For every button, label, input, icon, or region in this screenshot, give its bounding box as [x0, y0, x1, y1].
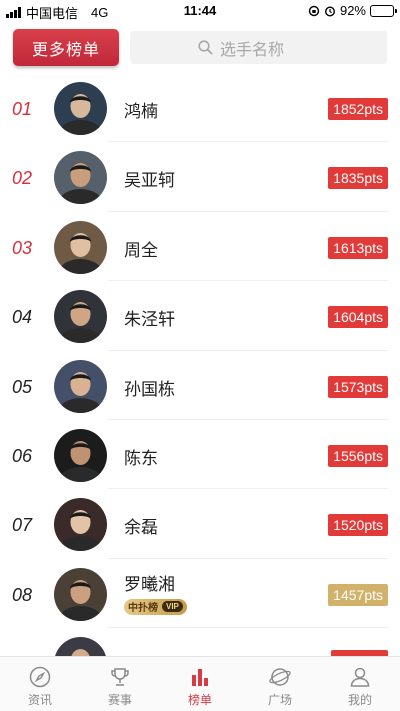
- tab-rankings[interactable]: 榜单: [160, 657, 240, 711]
- points-badge: 1613pts: [328, 236, 388, 259]
- bar-chart-icon: [192, 669, 208, 686]
- player-name: 吴亚轲: [124, 171, 175, 191]
- player-name: 朱泾轩: [124, 310, 175, 330]
- compass-icon: [29, 666, 51, 688]
- player-name: 罗曦湘: [124, 574, 175, 594]
- rank-number: 01: [12, 99, 33, 119]
- avatar[interactable]: [54, 151, 107, 205]
- avatar[interactable]: [54, 428, 107, 482]
- ranking-row[interactable]: 04 朱泾轩 1604pts: [0, 281, 400, 351]
- ranking-row[interactable]: 07 余磊 1520pts: [0, 489, 400, 559]
- points-badge: 1852pts: [328, 98, 388, 120]
- tab-plaza-label: 广场: [267, 693, 292, 707]
- rank-number: 03: [12, 237, 33, 258]
- player-name: 余磊: [124, 518, 158, 538]
- ranking-list[interactable]: 01 鸿楠 1852pts 02 吴亚轲 1835pts 03 周全 1613pts 04 朱泾轩 1…: [0, 73, 400, 656]
- trophy-icon: [111, 668, 129, 686]
- tab-me-label: 我的: [347, 693, 372, 707]
- tab-plaza[interactable]: 广场: [240, 657, 320, 711]
- tab-rankings-label: 榜单: [187, 693, 212, 707]
- points-badge: 1556pts: [328, 444, 388, 467]
- ranking-row[interactable]: 06 陈东 1556pts: [0, 420, 400, 490]
- points-badge: 1457pts: [328, 583, 388, 606]
- avatar[interactable]: [54, 637, 107, 656]
- search-placeholder: 选手名称: [220, 41, 285, 59]
- player-name: 陈东: [124, 448, 158, 468]
- rank-number: 08: [12, 584, 33, 605]
- points-badge: 1520pts: [328, 514, 388, 537]
- avatar[interactable]: [54, 220, 107, 274]
- points-badge: 1835pts: [328, 167, 388, 190]
- rank-number: 02: [12, 168, 33, 189]
- tab-news-label: 资讯: [27, 693, 52, 707]
- tab-bar: 资讯 赛事 榜单 广场 我的: [0, 656, 400, 711]
- player-name: 孙国栋: [124, 379, 175, 399]
- ranking-row[interactable]: 05 孙国栋 1573pts: [0, 351, 400, 420]
- alarm-icon: [324, 5, 335, 17]
- rank-number: 05: [12, 376, 33, 397]
- avatar[interactable]: [54, 498, 107, 552]
- vip-tag: VIP: [162, 601, 183, 613]
- search-input[interactable]: 选手名称: [130, 31, 387, 64]
- tab-events[interactable]: 赛事: [80, 657, 160, 711]
- avatar[interactable]: [54, 567, 107, 621]
- user-icon: [350, 667, 370, 687]
- rank-number: 07: [12, 515, 33, 536]
- tab-news[interactable]: 资讯: [0, 657, 80, 711]
- ranking-row[interactable]: 02 吴亚轲 1835pts: [0, 142, 400, 212]
- tab-events-label: 赛事: [107, 693, 132, 707]
- status-bar: 中国电信 4G 11:44 92%: [0, 0, 400, 22]
- tab-me[interactable]: 我的: [320, 657, 400, 711]
- battery-percent: 92%: [339, 3, 366, 18]
- player-name: 鸿楠: [124, 102, 158, 121]
- player-name: 周全: [124, 240, 158, 260]
- avatar[interactable]: [54, 359, 107, 413]
- rank-number: 04: [12, 307, 33, 328]
- ranking-row[interactable]: 08 罗曦湘中扑榜 VIP 1457pts: [0, 559, 400, 629]
- search-icon: [198, 40, 213, 55]
- battery-icon: [370, 4, 397, 17]
- planet-icon: [269, 668, 291, 686]
- more-rankings-button[interactable]: 更多榜单: [13, 29, 119, 66]
- rank-number: 06: [12, 445, 33, 466]
- ranking-row[interactable]: 03 周全 1613pts: [0, 212, 400, 282]
- avatar[interactable]: [54, 82, 107, 135]
- vip-badge: 中扑榜 VIP: [124, 598, 187, 615]
- ranking-row-partial[interactable]: [0, 628, 400, 656]
- vip-badge-label: 中扑榜: [128, 603, 158, 615]
- header: 更多榜单 选手名称: [0, 22, 400, 72]
- ranking-row[interactable]: 01 鸿楠 1852pts: [0, 73, 400, 143]
- points-badge: 1573pts: [328, 375, 388, 398]
- avatar[interactable]: [54, 290, 107, 344]
- orientation-lock-icon: [308, 5, 320, 16]
- points-badge: 1604pts: [328, 306, 388, 329]
